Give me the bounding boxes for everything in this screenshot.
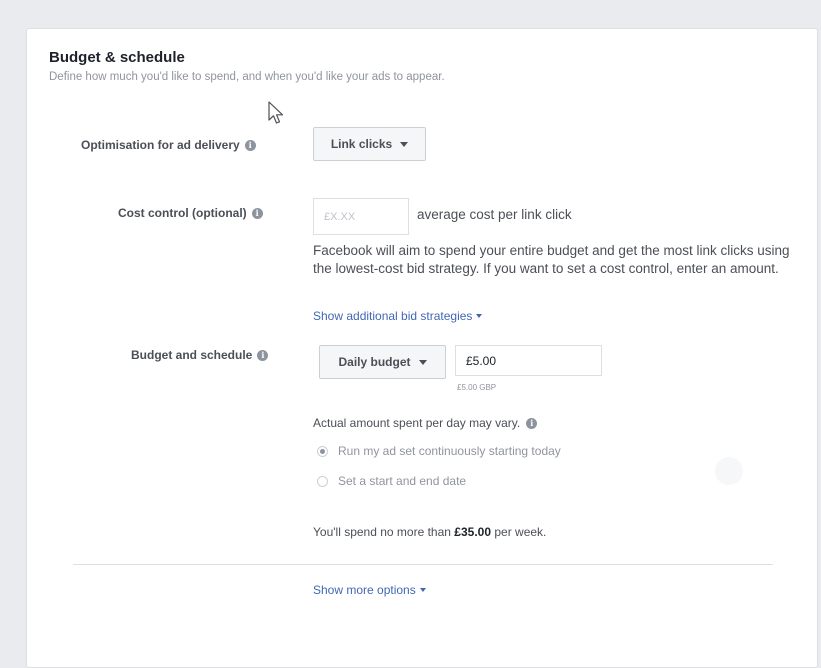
section-title: Budget & schedule [49,49,185,66]
section-subtitle: Define how much you'd like to spend, and… [49,71,445,83]
schedule-option-label: Set a start and end date [338,474,467,488]
budget-label: Budget and schedule [131,348,253,362]
schedule-option-label: Run my ad set continuously starting toda… [338,444,561,458]
budget-type-dropdown[interactable]: Daily budget [319,345,446,379]
cost-control-help: Facebook will aim to spend your entire b… [313,243,790,276]
budget-schedule-card: Budget & schedule Define how much you'd … [26,28,818,668]
show-bid-strategies-label: Show additional bid strategies [313,309,473,323]
cost-control-label-row: Cost control (optional) i [118,206,263,220]
info-icon[interactable]: i [251,207,263,219]
budget-label-row: Budget and schedule i [131,348,269,362]
optimisation-label-row: Optimisation for ad delivery i [81,138,256,152]
weekly-suffix: per week. [494,525,547,539]
budget-amount-input[interactable]: £5.00 [455,345,602,376]
caret-down-icon [400,141,409,147]
schedule-option-continuous[interactable]: Run my ad set continuously starting toda… [317,444,561,458]
info-icon[interactable]: i [244,139,256,151]
divider [73,564,773,565]
optimisation-value: Link clicks [330,137,393,151]
caret-down-icon [419,588,426,592]
info-icon[interactable]: i [526,417,538,429]
optimisation-dropdown[interactable]: Link clicks [313,127,426,161]
budget-variance-note-row: Actual amount spent per day may vary. i [313,416,538,430]
caret-down-icon [476,314,483,318]
show-bid-strategies-link[interactable]: Show additional bid strategies [313,309,483,323]
schedule-option-start-end[interactable]: Set a start and end date [317,474,466,488]
cost-control-input[interactable]: £X.XX [313,198,409,235]
radio-unselected-icon[interactable] [317,475,328,487]
budget-currency-note: £5.00 GBP [457,383,497,392]
weekly-amount: £35.00 [454,525,491,539]
radio-selected-icon[interactable] [317,445,328,457]
show-more-options-link[interactable]: Show more options [313,583,426,597]
cost-control-suffix: average cost per link click [417,207,572,222]
budget-amount-value: £5.00 [466,353,497,368]
mouse-cursor-icon [268,101,284,124]
cost-control-placeholder: £X.XX [324,210,356,223]
budget-variance-note: Actual amount spent per day may vary. [313,416,521,430]
weekly-prefix: You'll spend no more than [313,525,451,539]
show-more-options-label: Show more options [313,583,416,597]
cost-control-label: Cost control (optional) [118,206,247,220]
budget-type-value: Daily budget [338,355,411,369]
caret-down-icon [418,359,427,365]
info-icon[interactable]: i [257,349,269,361]
optimisation-label: Optimisation for ad delivery [81,138,240,152]
decorative-spot [715,457,743,485]
weekly-spend-summary: You'll spend no more than £35.00 per wee… [313,525,546,539]
